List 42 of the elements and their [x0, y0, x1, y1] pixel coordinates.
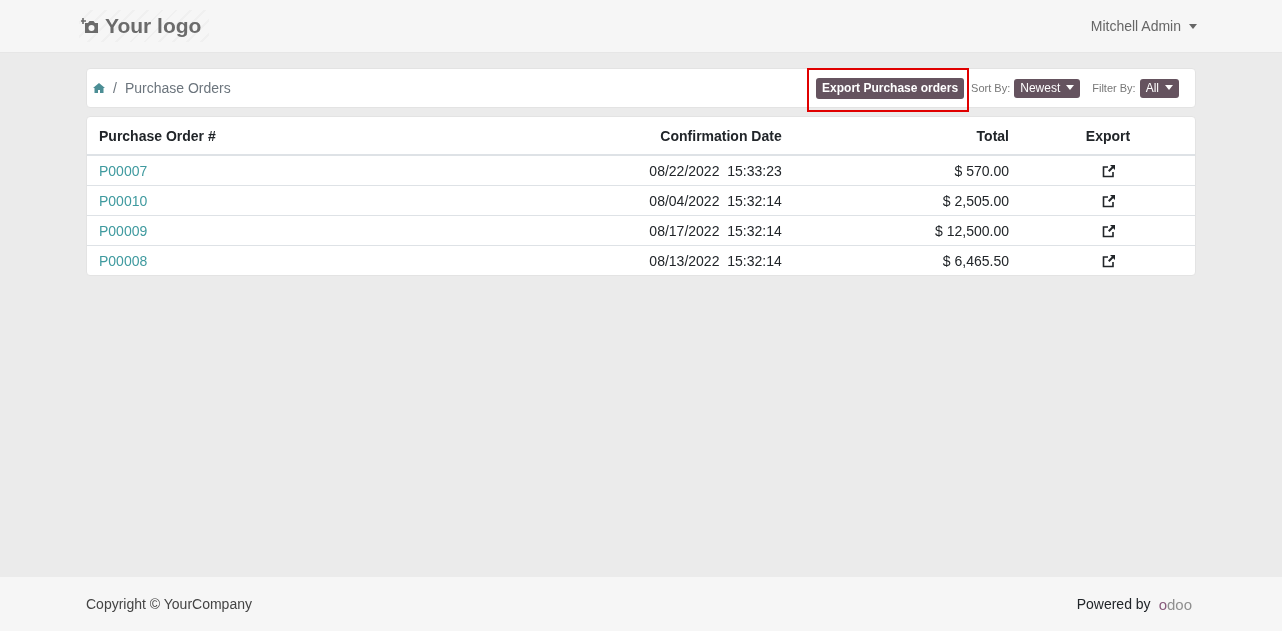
external-link-icon — [1101, 195, 1115, 209]
order-link[interactable]: P00009 — [99, 222, 148, 239]
export-link[interactable] — [1101, 165, 1115, 179]
export-button[interactable]: Export Purchase orders — [816, 77, 965, 99]
export-link[interactable] — [1101, 225, 1115, 239]
total-cell: $ 2,505.00 — [793, 185, 1021, 216]
order-link[interactable]: P00008 — [99, 252, 148, 269]
column-header: Total — [793, 117, 1021, 155]
column-header: Export — [1021, 117, 1195, 155]
column-header: Purchase Order # — [87, 117, 431, 155]
breadcrumb-item: Purchase Orders — [124, 80, 231, 96]
logo-text: Your logo — [105, 14, 202, 38]
external-link-icon — [1101, 225, 1115, 239]
total-cell: $ 570.00 — [793, 155, 1021, 186]
home-icon — [93, 83, 105, 93]
date-cell: 08/22/2022 15:33:23 — [431, 155, 794, 186]
total-cell: $ 12,500.00 — [793, 215, 1021, 246]
filter-dropdown[interactable]: All — [1139, 78, 1179, 98]
camera-icon — [81, 18, 99, 34]
column-header: Confirmation Date — [431, 117, 794, 155]
order-link[interactable]: P00007 — [99, 162, 148, 179]
user-menu[interactable]: Mitchell Admin — [1084, 17, 1203, 35]
sort-dropdown[interactable]: Newest — [1014, 78, 1081, 98]
powered-by-text: Powered by — [1076, 596, 1151, 612]
external-link-icon — [1101, 255, 1115, 269]
caret-icon — [1189, 23, 1197, 29]
caret-icon — [1165, 85, 1173, 90]
sort-label: Sort By: — [971, 82, 1011, 94]
brand-logo: odoo — [1158, 595, 1192, 613]
export-link[interactable] — [1101, 195, 1115, 209]
order-link[interactable]: P00010 — [99, 192, 148, 209]
date-cell: 08/17/2022 15:32:14 — [431, 215, 794, 246]
date-cell: 08/04/2022 15:32:14 — [431, 185, 794, 216]
external-link-icon — [1101, 165, 1115, 179]
copyright-text: Copyright © YourCompany — [86, 596, 252, 612]
export-link[interactable] — [1101, 255, 1115, 269]
breadcrumb-separator: / — [113, 80, 117, 96]
date-cell: 08/13/2022 15:32:14 — [431, 245, 794, 275]
caret-icon — [1066, 85, 1075, 90]
filter-label: Filter By: — [1092, 82, 1136, 94]
home-link[interactable] — [93, 83, 105, 93]
total-cell: $ 6,465.50 — [793, 245, 1021, 275]
